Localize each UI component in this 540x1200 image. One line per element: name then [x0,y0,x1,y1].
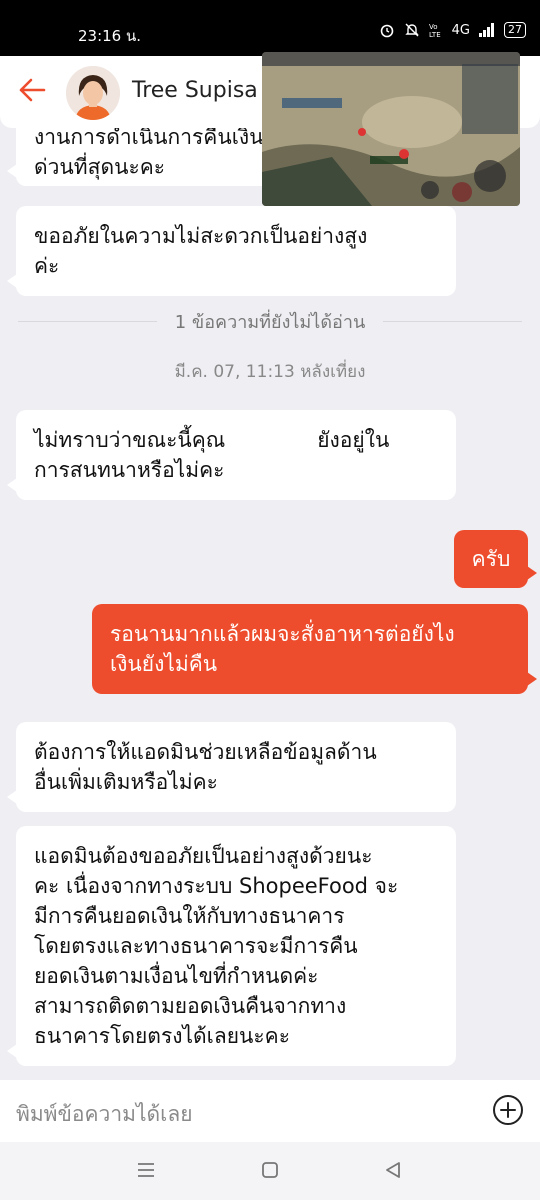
game-video-icon [262,52,520,206]
message-bubble-incoming: ต้องการให้แอดมินช่วยเหลือข้อมูลด้าน อื่น… [7,722,456,812]
navigation-bar [0,1142,540,1200]
message-bubble-incoming: แอดมินต้องขออภัยเป็นอย่างสูงด้วยนะ คะ เน… [7,826,456,1066]
message-text: คะ เนื่องจากทางระบบ ShopeeFood จะ [34,874,399,898]
message-text: รอนานมากแล้วผมจะสั่งอาหารต่อยังไง [110,622,455,646]
unread-divider: 1 ข้อความที่ยังไม่ได้อ่าน [18,306,522,336]
message-text: ธนาคารโดยตรงได้เลยนะคะ [34,1024,290,1048]
signal-icon [479,23,494,37]
message-bubble-outgoing: รอนานมากแล้วผมจะสั่งอาหารต่อยังไง เงินยั… [92,604,537,694]
svg-text:LTE: LTE [429,31,441,38]
message-composer: พิมพ์ข้อความได้เลย [0,1080,540,1142]
status-time: 23:16 น. [78,27,142,45]
message-bubble-outgoing: ครับ [454,530,537,588]
divider-line [383,320,522,322]
redacted-name [225,446,317,447]
message-text: สามารถติดตามยอดเงินคืนจากทาง [34,994,347,1018]
message-text-part: ไม่ทราบว่าขณะนี้คุณ [34,428,226,452]
back-icon[interactable] [384,1160,402,1180]
avatar-icon [66,66,120,120]
message-timestamp: มี.ค. 07, 11:13 หลังเที่ยง [174,362,366,382]
unread-label: 1 ข้อความที่ยังไม่ได้อ่าน [174,311,366,333]
back-arrow-icon[interactable] [16,74,48,106]
message-text-part: ยังอยู่ใน [317,428,390,452]
menu-icon[interactable] [136,1160,156,1180]
chat-messages[interactable]: งานการดำเนินการคืนเงิน ด่วนที่สุดนะคะ ขอ… [0,128,540,1080]
message-text: อื่นเพิ่มเติมหรือไม่คะ [34,770,218,794]
message-bubble-incoming: ขออภัยในความไม่สะดวกเป็นอย่างสูง ค่ะ [7,206,456,296]
volte-icon: VoLTE [429,23,441,38]
divider-line [18,320,157,322]
message-text: เงินยังไม่คืน [110,652,218,676]
message-text: ยอดเงินตามเงื่อนไขที่กำหนดค่ะ [34,964,319,988]
message-text: ต้องการให้แอดมินช่วยเหลือข้อมูลด้าน [34,740,377,764]
home-icon[interactable] [261,1160,279,1180]
alarm-icon [380,24,393,38]
network-label: 4G [451,22,470,38]
mute-icon [404,23,419,37]
status-bar: 23:16 น. Vo LTE 4G 27 [0,0,540,56]
message-text: การสนทนาหรือไม่คะ [34,458,225,482]
contact-name: Tree Supisa [132,78,258,103]
message-text: ครับ [471,547,511,571]
message-text: มีการคืนยอดเงินให้กับทางธนาคาร [34,904,345,928]
message-text: โดยตรงและทางธนาคารจะมีการคืน [34,934,358,958]
plus-circle-icon[interactable] [492,1094,524,1126]
message-input[interactable]: พิมพ์ข้อความได้เลย [16,1098,193,1131]
avatar[interactable] [66,66,120,120]
message-bubble-incoming: ไม่ทราบว่าขณะนี้คุณ ยังอยู่ใน การสนทนาหรื… [7,410,456,500]
status-icons: Vo LTE 4G 27 [379,22,526,38]
message-text: แอดมินต้องขออภัยเป็นอย่างสูงด้วยนะ [34,844,373,868]
message-text: ค่ะ [34,254,60,278]
message-text: ขออภัยในความไม่สะดวกเป็นอย่างสูง [34,224,368,248]
svg-text:Vo: Vo [429,23,438,31]
battery-icon: 27 [504,22,526,38]
message-text: ไม่ทราบว่าขณะนี้คุณ ยังอยู่ใน [34,425,438,455]
floating-video-window[interactable] [262,52,520,206]
battery-level: 27 [508,23,522,36]
